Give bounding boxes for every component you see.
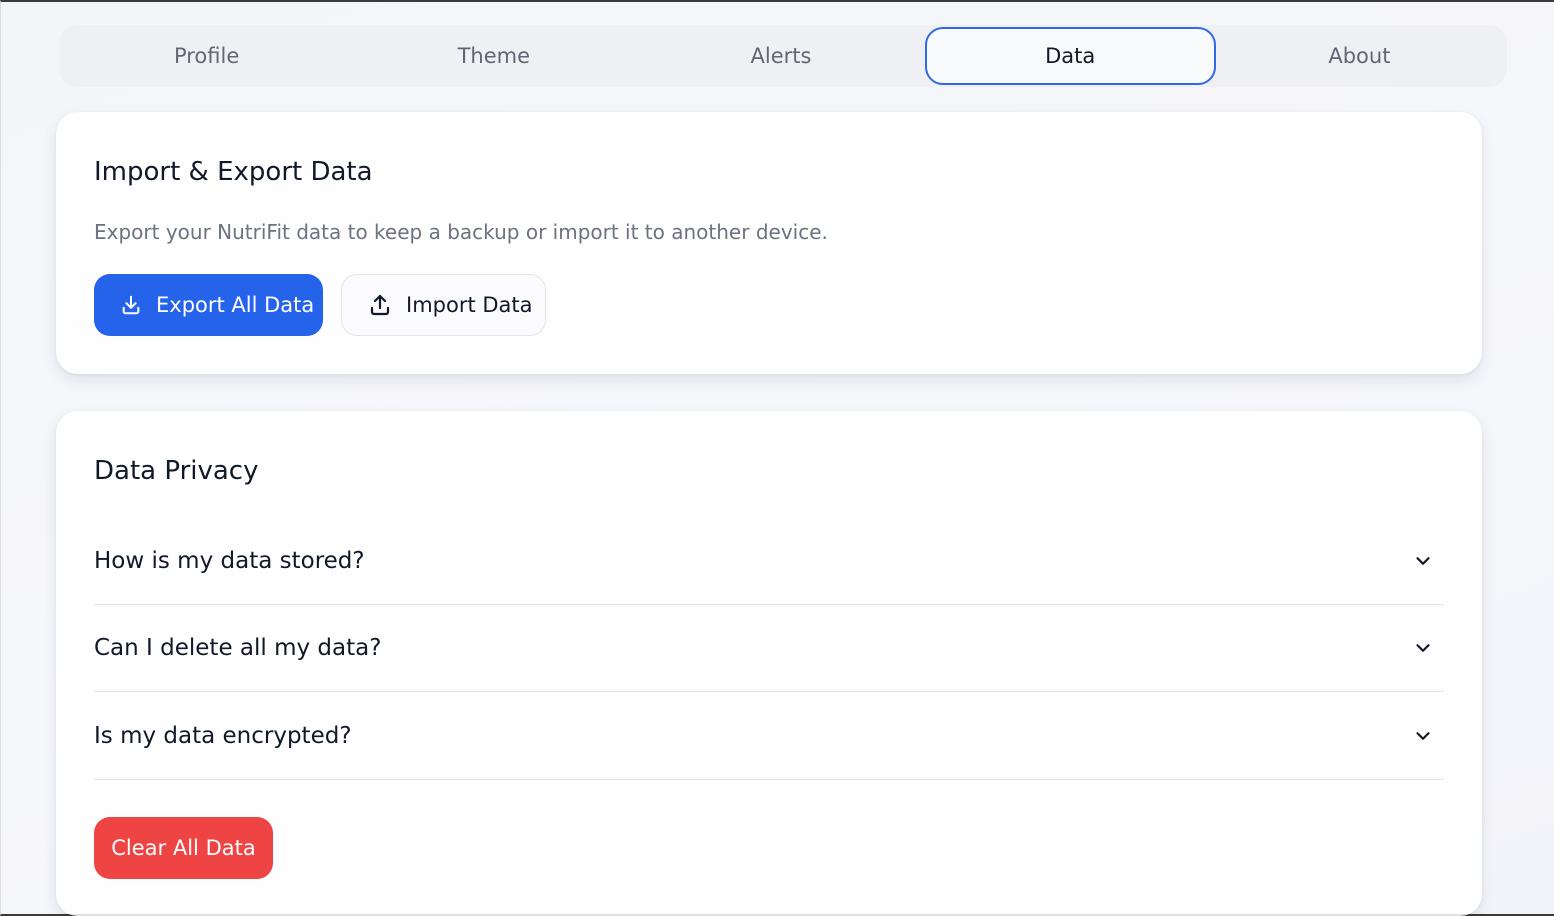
data-privacy-title: Data Privacy — [94, 456, 259, 486]
faq-item-data-encrypted[interactable]: Is my data encrypted? — [94, 692, 1444, 780]
import-export-card: Import & Export Data Export your NutriFi… — [56, 112, 1482, 374]
app-frame: Profile Theme Alerts Data About Import &… — [0, 0, 1554, 916]
import-export-description: Export your NutriFit data to keep a back… — [94, 220, 828, 244]
faq-question: Can I delete all my data? — [94, 634, 382, 661]
faq-question: How is my data stored? — [94, 547, 365, 574]
chevron-down-icon — [1416, 556, 1430, 565]
settings-tabs: Profile Theme Alerts Data About — [59, 25, 1507, 87]
data-privacy-card: Data Privacy How is my data stored? Can … — [56, 411, 1482, 916]
chevron-down-icon — [1416, 731, 1430, 740]
export-all-data-button[interactable]: Export All Data — [94, 274, 323, 336]
upload-icon — [370, 294, 390, 316]
clear-all-data-button[interactable]: Clear All Data — [94, 817, 273, 879]
faq-item-data-stored[interactable]: How is my data stored? — [94, 517, 1444, 605]
chevron-down-icon — [1416, 643, 1430, 652]
import-data-button[interactable]: Import Data — [341, 274, 546, 336]
tab-about[interactable]: About — [1216, 27, 1503, 85]
import-export-title: Import & Export Data — [94, 157, 373, 187]
faq-question: Is my data encrypted? — [94, 722, 352, 749]
tab-alerts[interactable]: Alerts — [637, 27, 924, 85]
tab-data[interactable]: Data — [924, 27, 1216, 85]
tab-profile[interactable]: Profile — [63, 27, 350, 85]
import-button-label: Import Data — [406, 293, 533, 317]
download-icon — [122, 295, 140, 315]
faq-item-delete-data[interactable]: Can I delete all my data? — [94, 604, 1444, 692]
export-button-label: Export All Data — [156, 293, 315, 317]
tab-theme[interactable]: Theme — [350, 27, 637, 85]
